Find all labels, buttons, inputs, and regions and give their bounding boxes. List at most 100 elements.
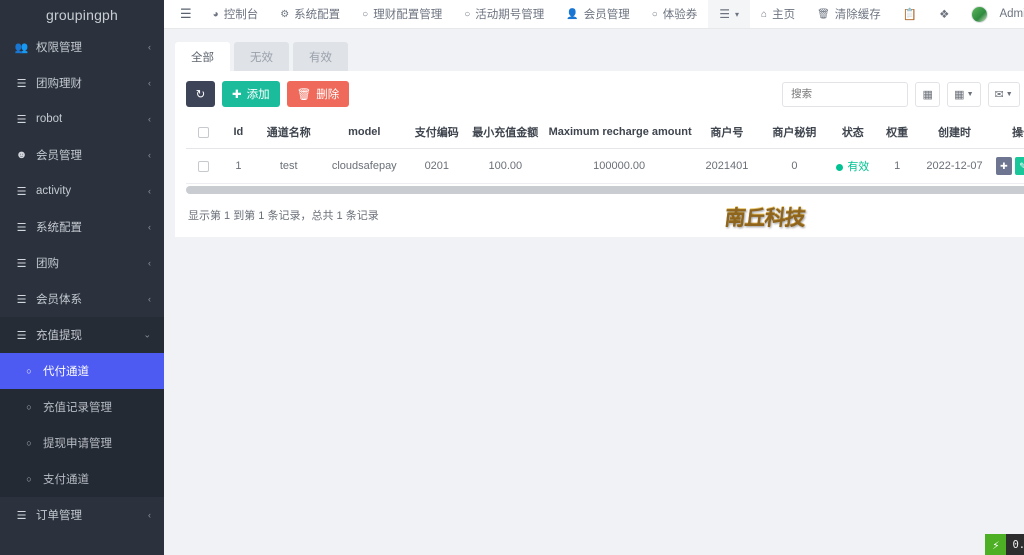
tab-invalid[interactable]: 无效 <box>234 42 289 71</box>
nav-link-label: 系统配置 <box>294 9 341 21</box>
column-header-channel-name[interactable]: 通道名称 <box>256 116 321 149</box>
nav-link-dashboard[interactable]: ◕ 控制台 <box>202 0 270 28</box>
cell-merchant-key: 0 <box>760 148 829 184</box>
column-header-merchant-key[interactable]: 商户秘钥 <box>760 116 829 149</box>
column-header-max-recharge[interactable]: Maximum recharge amount <box>544 116 694 149</box>
sidebar-item-label: 团购理财 <box>36 78 82 90</box>
nav-link-finance-config[interactable]: ○ 理财配置管理 <box>351 0 453 28</box>
nav-link-home[interactable]: ⌂ 主页 <box>750 0 806 28</box>
sidebar-item-recharge-withdraw[interactable]: ☰ 充值提现 ⌄ <box>0 317 164 353</box>
sidebar-item-label: 系统配置 <box>36 222 82 234</box>
add-button-label: 添加 <box>246 89 270 101</box>
copy-icon[interactable]: 📋 <box>892 0 928 28</box>
sidebar-subitem-label: 代付通道 <box>43 366 89 378</box>
card-view-button[interactable]: ▦ <box>915 81 941 107</box>
sidebar-item-groupbuy[interactable]: ☰ 团购 ‹ <box>0 245 164 281</box>
content-area: 全部 无效 有效 ↻ ✚ 添加 🗑 删除 搜索 ▦ ▦ ▼ ✉ ▼ Id 通道名… <box>164 29 1024 555</box>
fullscreen-icon[interactable]: ❖ <box>928 0 960 28</box>
sidebar-toggle-button[interactable]: ☰ <box>170 0 202 28</box>
nav-link-clear-cache[interactable]: 🗑 清除缓存 <box>806 0 892 28</box>
row-checkbox[interactable] <box>197 160 209 172</box>
user-circle-icon: ☻ <box>15 149 28 161</box>
plus-icon: ✚ <box>232 89 242 101</box>
search-input[interactable] <box>782 81 909 107</box>
column-header-pay-code[interactable]: 支付编码 <box>407 116 467 149</box>
sidebar-item-member-system[interactable]: ☰ 会员体系 ‹ <box>0 281 164 317</box>
cell-min-recharge: 100.00 <box>466 148 545 184</box>
bars-icon: ☰ <box>719 7 731 21</box>
column-header-weight[interactable]: 权重 <box>876 116 918 149</box>
circle-icon: ○ <box>26 474 32 484</box>
home-icon: ⌂ <box>761 8 768 20</box>
edit-button[interactable]: ✎ <box>1014 157 1024 175</box>
nav-menu-dropdown[interactable]: ☰ ▾ <box>708 0 751 28</box>
chevron-left-icon: ‹ <box>148 42 151 52</box>
horizontal-scrollbar[interactable] <box>186 186 1024 194</box>
select-all-checkbox[interactable] <box>197 126 209 138</box>
sidebar-subitem-recharge-records[interactable]: ○ 充值记录管理 <box>0 389 164 425</box>
columns-button[interactable]: ▦ ▼ <box>947 81 981 107</box>
refresh-icon: ↻ <box>195 89 206 101</box>
column-header-status[interactable]: 状态 <box>828 116 877 149</box>
sidebar-item-robot[interactable]: ☰ robot ‹ <box>0 101 164 137</box>
sidebar-item-member-management[interactable]: ☻ 会员管理 ‹ <box>0 137 164 173</box>
sidebar-item-activity[interactable]: ☰ activity ‹ <box>0 173 164 209</box>
nav-link-label: 控制台 <box>223 9 259 21</box>
sidebar-subitem-payment-channel[interactable]: ○ 支付通道 <box>0 461 164 497</box>
nav-link-trial-voucher[interactable]: ○ 体验券 <box>641 0 709 28</box>
chevron-down-icon: ⌄ <box>143 329 151 340</box>
list-icon: ☰ <box>16 509 27 522</box>
sidebar-subitem-label: 支付通道 <box>43 474 89 486</box>
cell-id: 1 <box>220 148 257 184</box>
select-all-header <box>186 116 221 149</box>
main-area: ☰ ◕ 控制台 ⚙ 系统配置 ○ 理财配置管理 ○ 活动期号管理 👤 会员管理 <box>164 0 1024 555</box>
add-button[interactable]: ✚ 添加 <box>222 81 280 107</box>
table-row[interactable]: 1 test cloudsafepay 0201 100.00 100000.0… <box>186 148 1024 184</box>
user-menu[interactable]: Admin <box>960 0 1024 28</box>
tab-all[interactable]: 全部 <box>175 42 230 71</box>
column-header-created-at[interactable]: 创建时 <box>917 116 992 149</box>
sidebar-item-order-management[interactable]: ☰ 订单管理 ‹ <box>0 497 164 533</box>
delete-button[interactable]: 🗑 删除 <box>286 81 350 107</box>
sidebar-item-label: 充值提现 <box>36 330 82 342</box>
chevron-left-icon: ‹ <box>148 222 151 232</box>
nav-link-system-config[interactable]: ⚙ 系统配置 <box>269 0 351 28</box>
scrollbar-thumb[interactable] <box>186 186 1024 194</box>
export-button[interactable]: ✉ ▼ <box>987 81 1020 107</box>
sidebar-item-label: 订单管理 <box>36 510 82 522</box>
sidebar-subitem-withdraw-requests[interactable]: ○ 提现申请管理 <box>0 425 164 461</box>
move-button[interactable]: ✚ <box>995 157 1012 175</box>
nav-link-activity-period[interactable]: ○ 活动期号管理 <box>453 0 555 28</box>
table-toolbar: ↻ ✚ 添加 🗑 删除 ▦ ▦ <box>186 81 1024 107</box>
column-header-min-recharge[interactable]: 最小充值金额 <box>466 116 545 149</box>
sidebar-item-system-config[interactable]: ☰ 系统配置 ‹ <box>0 209 164 245</box>
nav-link-label: 主页 <box>772 9 796 21</box>
circle-icon: ○ <box>651 8 658 20</box>
sidebar-subitem-label: 充值记录管理 <box>43 402 112 414</box>
tab-valid[interactable]: 有效 <box>293 42 348 71</box>
circle-icon: ○ <box>26 366 32 376</box>
nav-link-member-management[interactable]: 👤 会员管理 <box>555 0 640 28</box>
export-icon: ✉ <box>994 88 1004 101</box>
list-icon: ☰ <box>16 185 27 198</box>
circle-icon: ○ <box>362 8 369 20</box>
cell-max-recharge: 100000.00 <box>544 148 694 184</box>
dashboard-icon: ◕ <box>212 8 219 20</box>
sidebar-item-permissions[interactable]: 👥 权限管理 ‹ <box>0 29 164 65</box>
grid-icon: ▦ <box>954 88 965 101</box>
data-table-wrapper: Id 通道名称 model 支付编码 最小充值金额 Maximum rechar… <box>186 116 1024 194</box>
table-body: 1 test cloudsafepay 0201 100.00 100000.0… <box>186 148 1024 184</box>
nav-link-label: 体验券 <box>662 9 698 21</box>
column-header-id[interactable]: Id <box>220 116 257 149</box>
sidebar-item-groupbuy-finance[interactable]: ☰ 团购理财 ‹ <box>0 65 164 101</box>
chevron-left-icon: ‹ <box>148 78 151 88</box>
status-dot <box>836 163 844 171</box>
refresh-button[interactable]: ↻ <box>186 81 215 107</box>
sidebar-subitem-payment-agent-channel[interactable]: ○ 代付通道 <box>0 353 164 389</box>
bolt-icon: ⚡ <box>985 534 1007 555</box>
column-header-merchant-no[interactable]: 商户号 <box>693 116 761 149</box>
user-name: Admin <box>999 8 1024 20</box>
list-icon: ☰ <box>16 293 27 306</box>
sidebar-nav: 👥 权限管理 ‹ ☰ 团购理财 ‹ ☰ robot ‹ ☻ 会员管理 ‹ ☰ a… <box>0 29 164 533</box>
column-header-model[interactable]: model <box>320 116 408 149</box>
